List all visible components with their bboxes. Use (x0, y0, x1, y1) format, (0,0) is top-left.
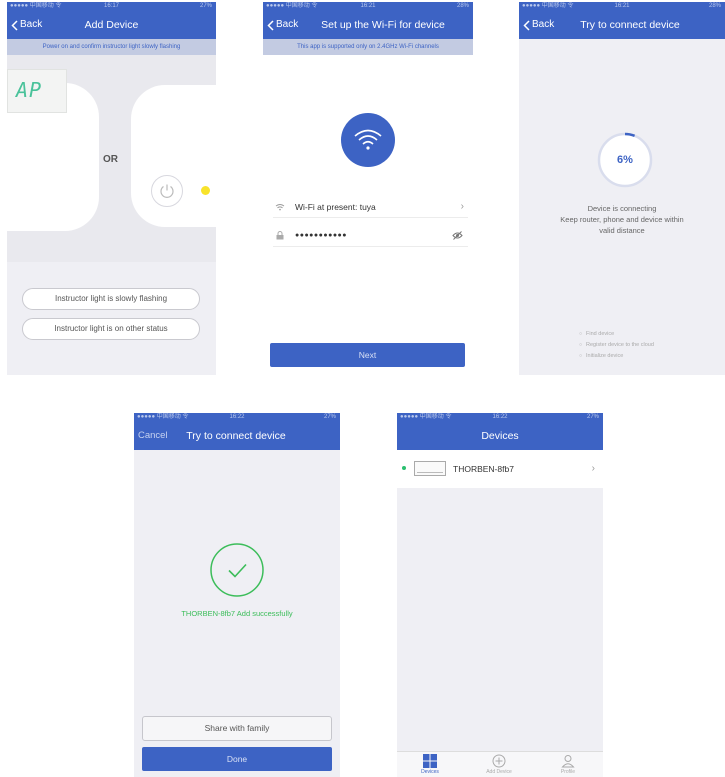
screen-devices: ●●●●● 中国移动 令 16:22 27% Devices THORBEN-8… (397, 413, 603, 777)
power-icon (160, 184, 174, 198)
clock-text: 16:22 (229, 414, 245, 420)
power-button-illustration (151, 175, 183, 207)
nav-bar: Cancel Try to connect device (134, 422, 340, 450)
step-item: Find device (579, 329, 654, 340)
status-line-3: valid distance (599, 226, 645, 235)
wifi-notice-banner: This app is supported only on 2.4GHz Wi-… (263, 39, 473, 55)
status-bar: ●●●●● 中国移动 令 16:17 27% (7, 2, 216, 11)
tab-label: Add Device (486, 769, 512, 775)
chevron-left-icon (267, 19, 274, 31)
wifi-icon (354, 129, 382, 150)
status-line-2: Keep router, phone and device within (560, 215, 684, 224)
lcd-text: AP (16, 78, 43, 102)
password-value: ●●●●●●●●●●● (295, 232, 348, 239)
progress-percent: 6% (617, 154, 633, 166)
lcd-display: AP (7, 69, 67, 113)
wifi-small-icon (273, 203, 287, 211)
back-label: Back (276, 19, 299, 30)
nav-bar: Back Try to connect device (519, 11, 725, 39)
status-bar: ●●●●● 中国移动 令 16:21 28% (519, 2, 725, 11)
page-title: Try to connect device (580, 19, 680, 31)
password-field[interactable]: ●●●●●●●●●●● (273, 225, 468, 247)
online-status-indicator (402, 466, 406, 470)
back-button[interactable]: Back (523, 11, 554, 39)
wifi-network-row[interactable]: Wi-Fi at present: tuya › (273, 196, 468, 218)
chevron-right-icon: › (460, 201, 464, 212)
battery-text: 27% (199, 3, 212, 9)
device-panel-right (131, 85, 216, 227)
status-bar: ●●●●● 中国移动 令 16:22 27% (134, 413, 340, 422)
battery-text: 28% (708, 3, 721, 9)
nav-bar: Back Add Device (7, 11, 216, 39)
grid-icon (423, 754, 437, 768)
tab-label: Profile (560, 769, 576, 775)
cancel-button[interactable]: Cancel (138, 422, 168, 450)
back-button[interactable]: Back (267, 11, 298, 39)
tab-label: Devices (421, 769, 439, 775)
screen-wifi-setup: ●●●●● 中国移动 令 16:21 28% Back Set up the W… (263, 2, 473, 375)
page-title: Set up the Wi-Fi for device (321, 19, 445, 31)
lock-icon (273, 231, 287, 240)
clock-text: 16:22 (492, 414, 508, 420)
tab-bar: Devices Add Device Profile (397, 751, 603, 777)
connection-steps: Find device Register device to the cloud… (579, 329, 654, 362)
light-slowly-flashing-button[interactable]: Instructor light is slowly flashing (22, 288, 200, 310)
back-button[interactable]: Back (11, 11, 42, 39)
step-item: Register device to the cloud (579, 340, 654, 351)
battery-text: 27% (323, 414, 336, 420)
screen-add-device: ●●●●● 中国移动 令 16:17 27% Back Add Device P… (7, 2, 216, 375)
instruction-banner: Power on and confirm instructor light sl… (7, 39, 216, 55)
screen-connecting: ●●●●● 中国移动 令 16:21 28% Back Try to conne… (519, 2, 725, 375)
plus-circle-icon (492, 754, 506, 768)
wifi-badge (341, 113, 395, 167)
nav-bar: Devices (397, 422, 603, 450)
back-label: Back (20, 19, 43, 30)
share-with-family-button[interactable]: Share with family (142, 716, 332, 741)
next-button[interactable]: Next (270, 343, 465, 367)
chevron-left-icon (11, 19, 18, 31)
screen-add-success: ●●●●● 中国移动 令 16:22 27% Cancel Try to con… (134, 413, 340, 777)
clock-text: 16:21 (360, 3, 376, 9)
status-line-1: Device is connecting (587, 204, 657, 213)
device-name: THORBEN-8fb7 (453, 464, 514, 474)
nav-bar: Back Set up the Wi-Fi for device (263, 11, 473, 39)
status-bar: ●●●●● 中国移动 令 16:21 28% (263, 2, 473, 11)
status-bar: ●●●●● 中国移动 令 16:22 27% (397, 413, 603, 422)
back-label: Back (532, 19, 555, 30)
step-item: Initialize device (579, 351, 654, 362)
success-check-icon (210, 543, 264, 597)
device-thumbnail (414, 461, 446, 476)
or-separator: OR (103, 154, 118, 165)
wifi-network-label: Wi-Fi at present: tuya (295, 201, 376, 212)
chevron-right-icon: › (591, 463, 595, 474)
clock-text: 16:21 (614, 3, 630, 9)
success-message: THORBEN-8fb7 Add successfully (181, 609, 293, 618)
device-list-item[interactable]: THORBEN-8fb7 › (397, 450, 603, 488)
done-button[interactable]: Done (142, 747, 332, 771)
tab-add-device[interactable]: Add Device (469, 754, 529, 775)
tab-profile[interactable]: Profile (538, 754, 598, 775)
battery-text: 28% (456, 3, 469, 9)
hide-password-icon[interactable] (452, 231, 463, 242)
clock-text: 16:17 (103, 3, 119, 9)
chevron-left-icon (523, 19, 530, 31)
user-icon (561, 755, 575, 768)
light-other-status-button[interactable]: Instructor light is on other status (22, 318, 200, 340)
tab-devices[interactable]: Devices (400, 754, 460, 775)
indicator-led (201, 186, 210, 195)
battery-text: 27% (586, 414, 599, 420)
page-title: Devices (481, 430, 519, 442)
